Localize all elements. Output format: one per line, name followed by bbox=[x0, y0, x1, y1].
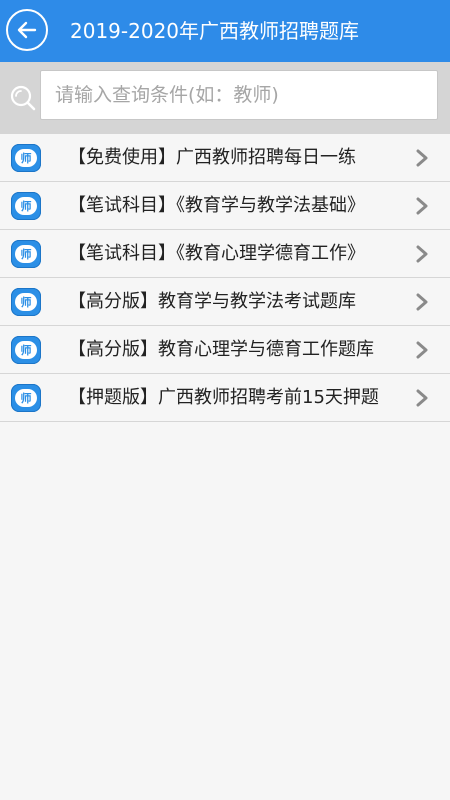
list-item-label: 【押题版】广西教师招聘考前15天押题 bbox=[68, 387, 379, 408]
page-title: 2019-2020年广西教师招聘题库 bbox=[70, 19, 360, 43]
search-input[interactable] bbox=[40, 70, 438, 120]
top-bar: 2019-2020年广西教师招聘题库 bbox=[0, 0, 450, 62]
back-button[interactable] bbox=[6, 9, 48, 51]
list-item-label: 【免费使用】广西教师招聘每日一练 bbox=[68, 147, 356, 168]
teacher-app-icon: 师 bbox=[11, 384, 41, 412]
icon-text: 师 bbox=[15, 197, 37, 215]
teacher-app-icon: 师 bbox=[11, 144, 41, 172]
list-item[interactable]: 师 【免费使用】广西教师招聘每日一练 bbox=[0, 134, 450, 182]
list-item-label: 【笔试科目】《教育学与教学法基础》 bbox=[68, 195, 365, 216]
chevron-right-icon bbox=[416, 149, 428, 167]
search-icon bbox=[10, 85, 36, 111]
list-item[interactable]: 师 【笔试科目】《教育心理学德育工作》 bbox=[0, 230, 450, 278]
icon-text: 师 bbox=[15, 245, 37, 263]
teacher-app-icon: 师 bbox=[11, 288, 41, 316]
icon-text: 师 bbox=[15, 149, 37, 167]
chevron-right-icon bbox=[416, 341, 428, 359]
chevron-right-icon bbox=[416, 389, 428, 407]
list-item-label: 【高分版】教育学与教学法考试题库 bbox=[68, 291, 356, 312]
list-item[interactable]: 师 【笔试科目】《教育学与教学法基础》 bbox=[0, 182, 450, 230]
list-item-label: 【笔试科目】《教育心理学德育工作》 bbox=[68, 243, 365, 264]
back-arrow-icon bbox=[17, 21, 37, 39]
search-bar bbox=[0, 62, 450, 134]
list-item[interactable]: 师 【高分版】教育心理学与德育工作题库 bbox=[0, 326, 450, 374]
item-list: 师【免费使用】广西教师招聘每日一练师【笔试科目】《教育学与教学法基础》师【笔试科… bbox=[0, 134, 450, 422]
chevron-right-icon bbox=[416, 197, 428, 215]
icon-text: 师 bbox=[15, 293, 37, 311]
teacher-app-icon: 师 bbox=[11, 240, 41, 268]
teacher-app-icon: 师 bbox=[11, 192, 41, 220]
icon-text: 师 bbox=[15, 341, 37, 359]
list-item-label: 【高分版】教育心理学与德育工作题库 bbox=[68, 339, 374, 360]
icon-text: 师 bbox=[15, 389, 37, 407]
list-item[interactable]: 师 【押题版】广西教师招聘考前15天押题 bbox=[0, 374, 450, 422]
list-item[interactable]: 师 【高分版】教育学与教学法考试题库 bbox=[0, 278, 450, 326]
teacher-app-icon: 师 bbox=[11, 336, 41, 364]
chevron-right-icon bbox=[416, 293, 428, 311]
chevron-right-icon bbox=[416, 245, 428, 263]
